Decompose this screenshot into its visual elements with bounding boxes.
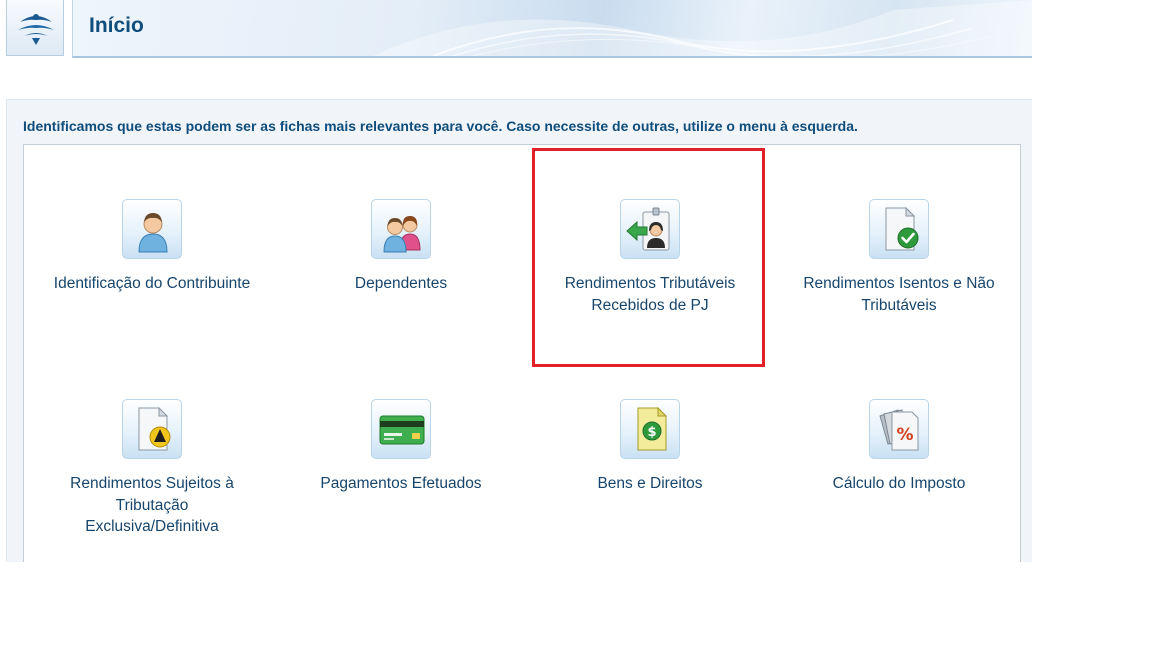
tile-icon-box bbox=[122, 399, 182, 459]
header-wave-decoration bbox=[373, 0, 1032, 56]
family-icon bbox=[383, 216, 421, 253]
svg-text:%: % bbox=[896, 425, 913, 445]
header: Início bbox=[0, 0, 1032, 58]
tile-label: Identificação do Contribuinte bbox=[53, 275, 251, 292]
svg-text:$: $ bbox=[647, 425, 656, 440]
tile-icon-box bbox=[122, 199, 182, 259]
document-warning-icon bbox=[138, 406, 171, 451]
tiles-panel: Identificação do Contribuinte Dependente… bbox=[23, 144, 1021, 562]
receita-federal-logo-icon bbox=[18, 14, 54, 45]
tile-icon-box: $ bbox=[620, 399, 680, 459]
tile-icon-box bbox=[371, 399, 431, 459]
tile-icon-box bbox=[620, 199, 680, 259]
tile-label: Dependentes bbox=[354, 275, 448, 292]
tile-bens-e-direitos[interactable]: $ Bens e Direitos bbox=[532, 345, 768, 545]
logo-button[interactable] bbox=[6, 0, 64, 56]
tile-label: Pagamentos Efetuados bbox=[320, 475, 482, 492]
app-window: Início Identificamos que estas podem ser… bbox=[0, 0, 1032, 562]
title-bar: Início bbox=[72, 0, 1032, 58]
tile-icon-box bbox=[371, 199, 431, 259]
page-title: Início bbox=[89, 14, 144, 37]
tile-rendimentos-isentos[interactable]: Rendimentos Isentos e Não Tributáveis bbox=[781, 145, 1017, 345]
tile-pagamentos-efetuados[interactable]: Pagamentos Efetuados bbox=[283, 345, 519, 545]
tile-calculo-do-imposto[interactable]: % Cálculo do Imposto bbox=[781, 345, 1017, 545]
tile-rendimentos-tributaveis-pj[interactable]: Rendimentos Tributáveis Recebidos de PJ bbox=[532, 145, 768, 345]
money-document-icon: $ bbox=[637, 406, 668, 451]
tile-label: Rendimentos Isentos e Não Tributáveis bbox=[803, 275, 995, 314]
tile-rendimentos-tributacao-exclusiva[interactable]: Rendimentos Sujeitos à Tributação Exclus… bbox=[34, 345, 270, 545]
tile-dependentes[interactable]: Dependentes bbox=[283, 145, 519, 345]
tile-label: Rendimentos Tributáveis Recebidos de PJ bbox=[564, 275, 736, 314]
tile-icon-box bbox=[869, 199, 929, 259]
credit-card-icon bbox=[379, 415, 425, 445]
tile-label: Cálculo do Imposto bbox=[832, 475, 966, 492]
document-check-icon bbox=[885, 206, 919, 251]
content-area: Identificamos que estas podem ser as fic… bbox=[6, 99, 1032, 562]
tile-label: Rendimentos Sujeitos à Tributação Exclus… bbox=[70, 475, 234, 535]
tile-label: Bens e Direitos bbox=[597, 475, 703, 492]
intro-text: Identificamos que estas podem ser as fic… bbox=[23, 118, 858, 134]
tile-icon-box: % bbox=[869, 399, 929, 459]
person-icon bbox=[138, 213, 168, 253]
percent-documents-icon: % bbox=[879, 409, 919, 451]
tile-identificacao-contribuinte[interactable]: Identificação do Contribuinte bbox=[34, 145, 270, 345]
badge-arrow-icon bbox=[626, 207, 670, 251]
